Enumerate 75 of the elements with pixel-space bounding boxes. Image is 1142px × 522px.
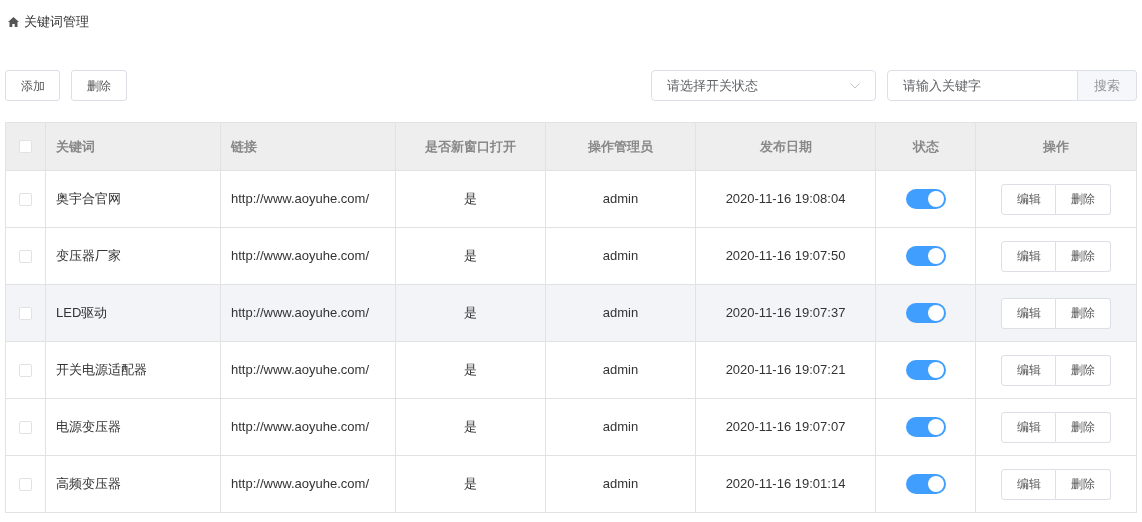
new-window-cell-text: 是 xyxy=(464,361,477,380)
checkbox[interactable] xyxy=(19,306,32,320)
keyword-cell-text: 奥宇合官网 xyxy=(56,190,121,209)
link-cell-text: http://www.aoyuhe.com/ xyxy=(231,190,369,209)
toggle-switch[interactable] xyxy=(905,189,946,209)
link-cell-text: http://www.aoyuhe.com/ xyxy=(231,418,369,437)
new-window-cell-text: 是 xyxy=(464,418,477,437)
add-button[interactable]: 添加 xyxy=(5,70,60,101)
table-row[interactable]: 高频变压器 http://www.aoyuhe.com/ 是 admin 2020-11-16 19:01:14 编辑 删除 xyxy=(6,456,1137,513)
link-cell-text: http://www.aoyuhe.com/ xyxy=(231,475,369,494)
new-window-cell-text: 是 xyxy=(464,475,477,494)
admin-cell-text: admin xyxy=(602,304,639,323)
delete-button[interactable]: 删除 xyxy=(1056,183,1111,215)
column-header: 是否新窗口打开 xyxy=(425,137,516,156)
edit-button[interactable]: 编辑 xyxy=(1001,240,1056,272)
date-cell-text: 2020-11-16 19:07:50 xyxy=(725,247,846,266)
search-field[interactable]: 请输入关键字 xyxy=(887,70,1078,101)
column-header: 链接 xyxy=(231,137,257,156)
date-cell-text: 2020-11-16 19:07:21 xyxy=(725,361,846,380)
delete-button[interactable]: 删除 xyxy=(1056,354,1111,386)
toggle-switch[interactable] xyxy=(905,246,946,266)
toggle-switch[interactable] xyxy=(905,417,946,437)
delete-button[interactable]: 删除 xyxy=(1056,411,1111,443)
status-select[interactable]: 请选择开关状态 xyxy=(651,70,876,101)
edit-button[interactable]: 编辑 xyxy=(1001,183,1056,215)
table-row[interactable]: 开关电源适配器 http://www.aoyuhe.com/ 是 admin 2020-11-16 19:07:21 编辑 删除 xyxy=(6,342,1137,399)
checkbox[interactable] xyxy=(19,140,32,153)
keyword-cell-text: 变压器厂家 xyxy=(56,247,121,266)
checkbox[interactable] xyxy=(19,420,32,434)
checkbox[interactable] xyxy=(19,192,32,206)
toggle-switch[interactable] xyxy=(905,360,946,380)
delete-button[interactable]: 删除 xyxy=(71,70,127,101)
table-row[interactable]: 变压器厂家 http://www.aoyuhe.com/ 是 admin 2020-11-16 19:07:50 编辑 删除 xyxy=(6,228,1137,285)
date-cell-text: 2020-11-16 19:01:14 xyxy=(725,475,846,494)
link-cell-text: http://www.aoyuhe.com/ xyxy=(231,304,369,323)
admin-cell-text: admin xyxy=(602,190,639,209)
checkbox[interactable] xyxy=(19,477,32,491)
column-header: 状态 xyxy=(912,137,939,156)
column-header: 操作管理员 xyxy=(588,137,653,156)
edit-button[interactable]: 编辑 xyxy=(1001,297,1056,329)
admin-cell-text: admin xyxy=(602,361,639,380)
toggle-switch[interactable] xyxy=(905,303,946,323)
new-window-cell-text: 是 xyxy=(464,247,477,266)
date-cell-text: 2020-11-16 19:07:07 xyxy=(725,418,846,437)
admin-cell-text: admin xyxy=(602,418,639,437)
table-row[interactable]: LED驱动 http://www.aoyuhe.com/ 是 admin 2020-11-16 19:07:37 编辑 删除 xyxy=(6,285,1137,342)
page-title: 关键词管理 xyxy=(24,13,89,32)
keyword-cell-text: 开关电源适配器 xyxy=(56,361,147,380)
table-row[interactable]: 电源变压器 http://www.aoyuhe.com/ 是 admin 2020-11-16 19:07:07 编辑 删除 xyxy=(6,399,1137,456)
checkbox[interactable] xyxy=(19,363,32,377)
checkbox[interactable] xyxy=(19,249,32,263)
date-cell-text: 2020-11-16 19:07:37 xyxy=(725,304,846,323)
admin-cell-text: admin xyxy=(602,475,639,494)
link-cell-text: http://www.aoyuhe.com/ xyxy=(231,361,369,380)
edit-button[interactable]: 编辑 xyxy=(1001,468,1056,500)
keyword-cell-text: 电源变压器 xyxy=(56,418,121,437)
link-cell-text: http://www.aoyuhe.com/ xyxy=(231,247,369,266)
delete-button[interactable]: 删除 xyxy=(1056,297,1111,329)
keyword-cell-text: 高频变压器 xyxy=(56,475,121,494)
column-header: 操作 xyxy=(1043,137,1069,156)
table-row[interactable]: 奥宇合官网 http://www.aoyuhe.com/ 是 admin 2020-11-16 19:08:04 编辑 删除 xyxy=(6,171,1137,228)
column-header: 发布日期 xyxy=(759,137,812,156)
edit-button[interactable]: 编辑 xyxy=(1001,354,1056,386)
toggle-switch[interactable] xyxy=(905,474,946,494)
admin-cell-text: admin xyxy=(602,247,639,266)
new-window-cell-text: 是 xyxy=(464,304,477,323)
date-cell-text: 2020-11-16 19:08:04 xyxy=(725,190,846,209)
chevron-down-icon xyxy=(850,82,860,89)
keyword-cell-text: LED驱动 xyxy=(56,304,108,323)
edit-button[interactable]: 编辑 xyxy=(1001,411,1056,443)
delete-button[interactable]: 删除 xyxy=(1056,468,1111,500)
home-icon xyxy=(8,17,19,27)
column-header: 关键词 xyxy=(56,137,95,156)
new-window-cell-text: 是 xyxy=(464,190,477,209)
delete-button[interactable]: 删除 xyxy=(1056,240,1111,272)
